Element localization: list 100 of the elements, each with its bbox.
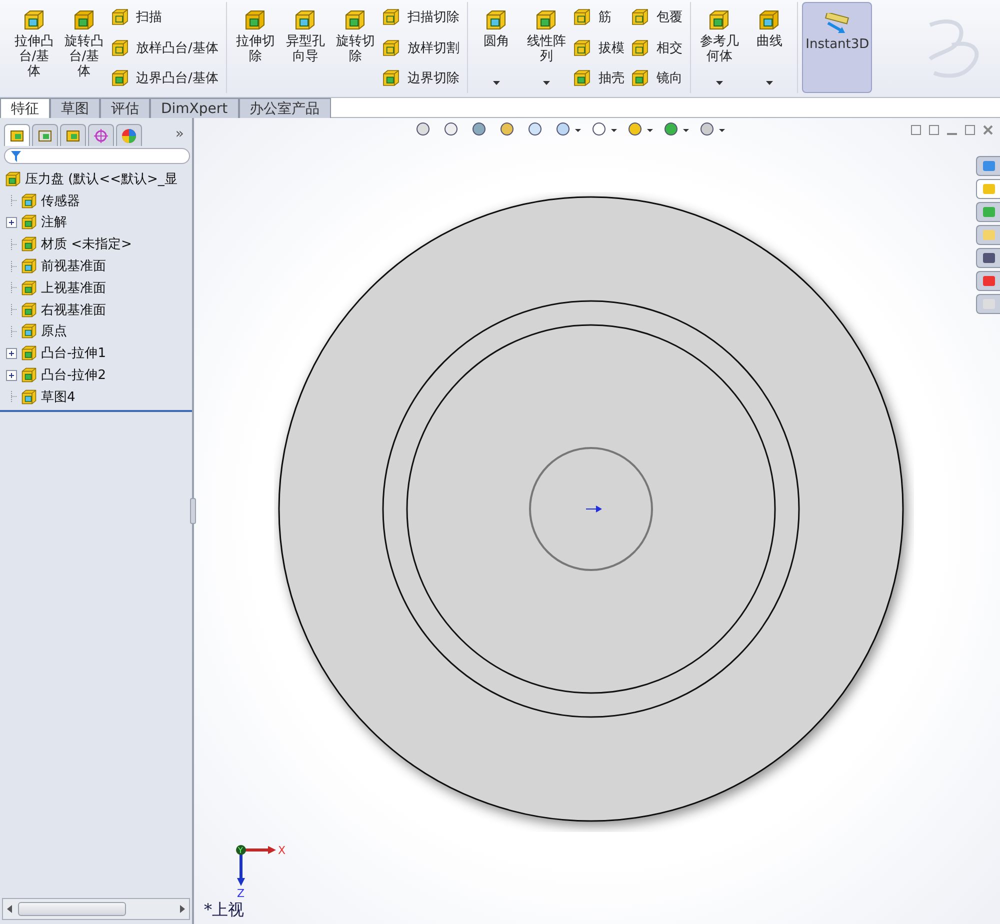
toolbar-button[interactable]: 异型孔向导 <box>281 2 330 93</box>
cube-icon <box>572 68 592 88</box>
toolbar-button[interactable]: 参考几何体 <box>695 2 744 93</box>
task-pane-tab[interactable] <box>976 294 1000 314</box>
tree-item[interactable]: 凸台-拉伸1 <box>41 344 106 362</box>
cube-icon <box>293 8 318 32</box>
cube-icon <box>381 38 402 58</box>
task-pane-tab[interactable] <box>976 271 1000 291</box>
panel-tab[interactable] <box>60 124 86 146</box>
toolbar-button[interactable]: 旋转凸台/基体 <box>60 2 108 93</box>
cube-icon <box>243 8 268 32</box>
funnel-icon <box>11 150 21 162</box>
toolbar-button[interactable]: 圆角 <box>472 2 520 93</box>
panel-tab[interactable] <box>4 124 30 146</box>
cube-icon <box>381 68 402 88</box>
toolbar-button[interactable]: 镜向 <box>630 65 686 91</box>
toolbar-button[interactable]: 拉伸凸台/基体 <box>10 2 58 93</box>
toolbar-button[interactable]: 曲线 <box>745 2 794 93</box>
restore-right-icon[interactable] <box>928 124 940 136</box>
feature-icon <box>20 278 38 297</box>
feature-icon <box>20 322 38 340</box>
tree-item[interactable]: 右视基准面 <box>41 300 106 319</box>
cube-icon <box>572 38 592 58</box>
splitter-handle[interactable] <box>190 498 196 524</box>
toolbar-button[interactable]: 线性阵列 <box>522 2 570 93</box>
more-button[interactable]: » <box>171 126 188 146</box>
cube-icon <box>630 7 650 27</box>
cube-icon <box>110 68 130 88</box>
tree-root-label[interactable]: 压力盘 (默认<<默认>_显 <box>25 170 178 188</box>
panel-tab[interactable] <box>32 124 58 146</box>
toolbar-button[interactable]: 旋转切除 <box>331 2 380 93</box>
ribbon-tab[interactable]: 草图 <box>50 98 100 118</box>
cube-icon <box>110 7 130 27</box>
tree-item[interactable]: 注解 <box>41 213 67 232</box>
ribbon-tab[interactable]: 评估 <box>100 98 150 118</box>
color-wheel-icon <box>121 128 137 144</box>
toolbar-button[interactable]: 相交 <box>630 34 686 60</box>
expand-icon[interactable] <box>6 370 17 381</box>
tree-item[interactable]: 凸台-拉伸2 <box>41 366 106 384</box>
task-pane-tab[interactable] <box>976 156 1000 176</box>
toolbar-button[interactable]: 放样切割 <box>381 34 464 60</box>
feature-icon <box>20 257 38 276</box>
tree-item[interactable]: 前视基准面 <box>41 257 106 276</box>
right-arrow-icon <box>180 905 185 913</box>
toolbar-button[interactable]: 扫描切除 <box>381 4 464 30</box>
cube-icon <box>757 8 782 32</box>
close-icon[interactable] <box>982 124 994 136</box>
toolbar-button[interactable]: 扫描 <box>110 4 222 30</box>
restore-icon[interactable] <box>964 124 976 136</box>
crosshair-icon <box>93 128 109 144</box>
panel-tab[interactable] <box>116 124 142 146</box>
tree-item[interactable]: 原点 <box>41 322 67 340</box>
cube-icon <box>22 8 46 32</box>
toolbar-button[interactable]: 筋 <box>572 4 628 30</box>
cube-icon <box>484 8 508 32</box>
scroll-thumb[interactable] <box>18 902 126 916</box>
feature-icon <box>20 192 38 210</box>
feature-icon <box>20 388 38 406</box>
feature-icon <box>20 213 38 232</box>
ribbon-tab[interactable]: 办公室产品 <box>238 98 331 118</box>
panel-tab[interactable] <box>88 124 114 146</box>
toolbar-button[interactable]: 边界切除 <box>381 65 464 91</box>
feature-icon <box>20 366 38 384</box>
instant3d-button[interactable]: Instant3D <box>802 2 872 93</box>
task-pane-tab[interactable] <box>976 179 1000 199</box>
filter-field[interactable] <box>4 148 190 164</box>
cube-icon <box>534 8 558 32</box>
toolbar-button[interactable]: 拉伸切除 <box>231 2 280 93</box>
cube-icon <box>572 7 592 27</box>
y-axis-label: Y <box>238 846 243 855</box>
ribbon-tab[interactable]: DimXpert <box>150 98 239 118</box>
ribbon-tab[interactable]: 特征 <box>0 98 50 118</box>
cube-icon <box>72 8 96 32</box>
cube-icon <box>630 68 650 88</box>
part-icon <box>4 170 22 188</box>
feature-icon <box>20 235 38 254</box>
z-axis-label: Z <box>237 887 245 899</box>
cube-icon <box>110 38 130 58</box>
toolbar-button[interactable]: 边界凸台/基体 <box>110 65 222 91</box>
tree-item[interactable]: 上视基准面 <box>41 278 106 297</box>
expand-icon[interactable] <box>6 216 17 228</box>
horizontal-scrollbar[interactable] <box>2 898 190 920</box>
cube-icon <box>381 7 402 27</box>
cube-icon <box>707 8 732 32</box>
toolbar-button[interactable]: 放样凸台/基体 <box>110 34 222 60</box>
task-pane-tab[interactable] <box>976 248 1000 268</box>
caret-icon <box>542 81 550 85</box>
tree-item[interactable]: 草图4 <box>41 388 76 406</box>
toolbar-button[interactable]: 抽壳 <box>572 65 628 91</box>
tree-item[interactable]: 传感器 <box>41 192 80 210</box>
feature-icon <box>20 300 38 319</box>
tree-item[interactable]: 材质 <未指定> <box>41 235 132 254</box>
toolbar-button[interactable]: 拔模 <box>572 34 628 60</box>
caret-icon <box>766 81 773 85</box>
x-axis-label: X <box>278 845 286 857</box>
view-name: *上视 <box>204 900 244 921</box>
restore-left-icon[interactable] <box>910 124 922 136</box>
cube-icon <box>343 8 368 32</box>
toolbar-button[interactable]: 包覆 <box>630 4 686 30</box>
expand-icon[interactable] <box>6 348 17 359</box>
